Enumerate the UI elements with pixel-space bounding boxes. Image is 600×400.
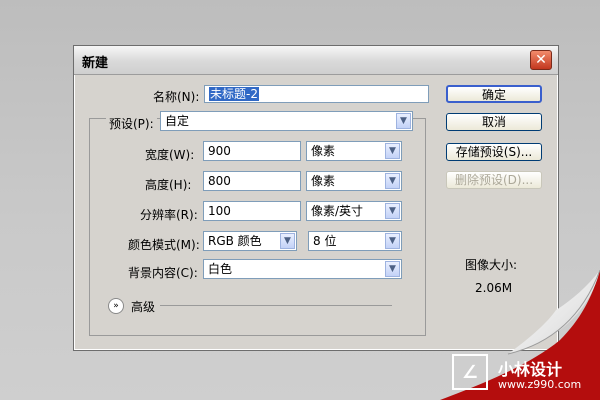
name-input[interactable]: 未标题-2 bbox=[204, 85, 429, 103]
chevron-down-icon[interactable]: ▼ bbox=[280, 233, 295, 249]
width-input[interactable]: 900 bbox=[203, 141, 301, 161]
background-value: 白色 bbox=[208, 262, 233, 276]
resolution-unit-select[interactable]: 像素/英寸 ▼ bbox=[306, 201, 402, 221]
advanced-divider bbox=[160, 305, 392, 306]
background-select[interactable]: 白色 ▼ bbox=[203, 259, 402, 279]
background-label: 背景内容(C): bbox=[128, 266, 198, 280]
resolution-unit-value: 像素/英寸 bbox=[311, 204, 364, 218]
close-icon: ✕ bbox=[535, 52, 547, 68]
brand-name: 小林设计 bbox=[498, 360, 563, 379]
preset-select[interactable]: 自定 ▼ bbox=[160, 111, 413, 131]
height-value: 800 bbox=[208, 174, 231, 188]
color-mode-label: 颜色模式(M): bbox=[128, 238, 200, 252]
chevron-down-icon[interactable]: ▼ bbox=[385, 233, 400, 249]
width-unit-select[interactable]: 像素 ▼ bbox=[306, 141, 402, 161]
resolution-label: 分辨率(R): bbox=[140, 208, 198, 222]
brand-logo-glyph: ∠ bbox=[461, 361, 479, 383]
preset-label: 预设(P): bbox=[106, 115, 157, 132]
dialog-title: 新建 bbox=[82, 56, 109, 71]
brand-url: www.z990.com bbox=[498, 378, 582, 391]
chevron-down-icon[interactable]: ▼ bbox=[385, 203, 400, 219]
width-value: 900 bbox=[208, 144, 231, 158]
ok-button[interactable]: 确定 bbox=[446, 85, 542, 103]
height-unit-select[interactable]: 像素 ▼ bbox=[306, 171, 402, 191]
resolution-value: 100 bbox=[208, 204, 231, 218]
bit-depth-value: 8 位 bbox=[313, 234, 337, 248]
height-input[interactable]: 800 bbox=[203, 171, 301, 191]
height-label: 高度(H): bbox=[145, 178, 192, 192]
save-preset-button[interactable]: 存储预设(S)... bbox=[446, 143, 542, 161]
dialog-titlebar: 新建 ✕ bbox=[74, 46, 558, 75]
delete-preset-button[interactable]: 删除预设(D)... bbox=[446, 171, 542, 189]
double-chevron-down-icon: » bbox=[113, 301, 119, 311]
height-unit-value: 像素 bbox=[311, 174, 336, 188]
brand-logo: ∠ bbox=[452, 354, 488, 390]
close-button[interactable]: ✕ bbox=[530, 50, 552, 70]
name-label: 名称(N): bbox=[153, 90, 200, 104]
chevron-down-icon[interactable]: ▼ bbox=[385, 173, 400, 189]
color-mode-select[interactable]: RGB 颜色 ▼ bbox=[203, 231, 297, 251]
width-unit-value: 像素 bbox=[311, 144, 336, 158]
name-input-value: 未标题-2 bbox=[209, 87, 259, 101]
chevron-down-icon[interactable]: ▼ bbox=[396, 113, 411, 129]
advanced-toggle[interactable]: » bbox=[108, 298, 124, 314]
advanced-label: 高级 bbox=[131, 300, 156, 314]
chevron-down-icon[interactable]: ▼ bbox=[385, 261, 400, 277]
chevron-down-icon[interactable]: ▼ bbox=[385, 143, 400, 159]
bit-depth-select[interactable]: 8 位 ▼ bbox=[308, 231, 402, 251]
color-mode-value: RGB 颜色 bbox=[208, 234, 262, 248]
preset-value: 自定 bbox=[165, 114, 190, 128]
resolution-input[interactable]: 100 bbox=[203, 201, 301, 221]
cancel-button[interactable]: 取消 bbox=[446, 113, 542, 131]
width-label: 宽度(W): bbox=[145, 148, 195, 162]
